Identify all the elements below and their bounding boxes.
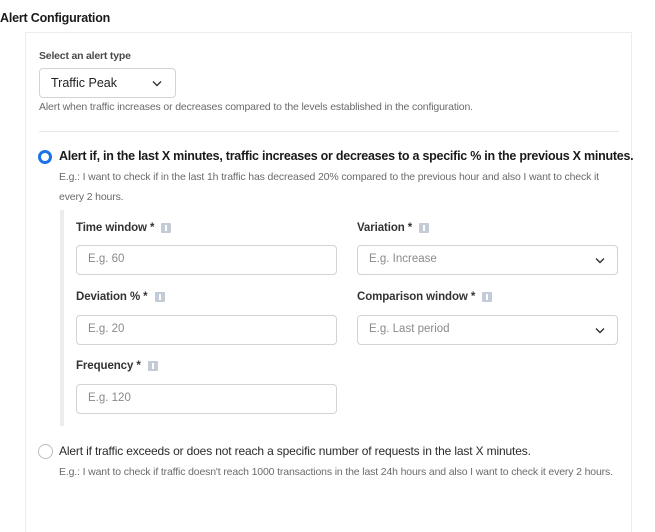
info-icon[interactable] <box>419 223 430 233</box>
alert-type-helper: Alert when traffic increases or decrease… <box>39 101 473 113</box>
option-percentage-radio[interactable] <box>38 150 52 164</box>
option-percentage-example: E.g.: I want to check if in the last 1h … <box>59 171 599 203</box>
variation-label: Variation * <box>357 222 618 234</box>
variation-select[interactable]: E.g. Increase <box>357 245 618 275</box>
variation-placeholder: E.g. Increase <box>369 253 437 265</box>
info-icon[interactable] <box>161 223 172 233</box>
option-threshold-radio[interactable] <box>38 444 53 459</box>
chevron-down-icon <box>595 258 605 264</box>
alert-type-select[interactable]: Traffic Peak <box>39 68 176 98</box>
chevron-down-icon <box>595 328 605 334</box>
info-icon[interactable] <box>482 292 493 302</box>
frequency-input[interactable]: E.g. 120 <box>76 384 337 414</box>
frequency-label-text: Frequency * <box>76 360 141 372</box>
info-icon[interactable] <box>154 292 165 302</box>
time-window-label-text: Time window * <box>76 222 155 234</box>
frequency-placeholder: E.g. 120 <box>88 392 131 404</box>
option-threshold-title[interactable]: Alert if traffic exceeds or does not rea… <box>59 444 531 458</box>
time-window-placeholder: E.g. 60 <box>88 253 125 265</box>
comparison-window-placeholder: E.g. Last period <box>369 323 450 335</box>
time-window-label: Time window * <box>76 222 337 234</box>
comparison-window-label-text: Comparison window * <box>357 291 476 303</box>
option-fields-indicator <box>60 210 64 426</box>
comparison-window-label: Comparison window * <box>357 291 618 303</box>
alert-type-value: Traffic Peak <box>51 76 117 90</box>
divider <box>39 131 619 132</box>
deviation-input[interactable]: E.g. 20 <box>76 315 337 345</box>
variation-label-text: Variation * <box>357 222 413 234</box>
section-title: Alert Configuration <box>0 11 111 25</box>
deviation-placeholder: E.g. 20 <box>88 323 125 335</box>
alert-type-label: Select an alert type <box>39 50 131 62</box>
comparison-window-select[interactable]: E.g. Last period <box>357 315 618 345</box>
option-percentage-title[interactable]: Alert if, in the last X minutes, traffic… <box>59 149 634 163</box>
frequency-label: Frequency * <box>76 360 337 372</box>
time-window-input[interactable]: E.g. 60 <box>76 245 337 275</box>
deviation-label: Deviation % * <box>76 291 337 303</box>
deviation-label-text: Deviation % * <box>76 291 148 303</box>
option-threshold-example: E.g.: I want to check if traffic doesn't… <box>59 466 613 478</box>
info-icon[interactable] <box>147 361 158 371</box>
chevron-down-icon <box>152 81 162 87</box>
